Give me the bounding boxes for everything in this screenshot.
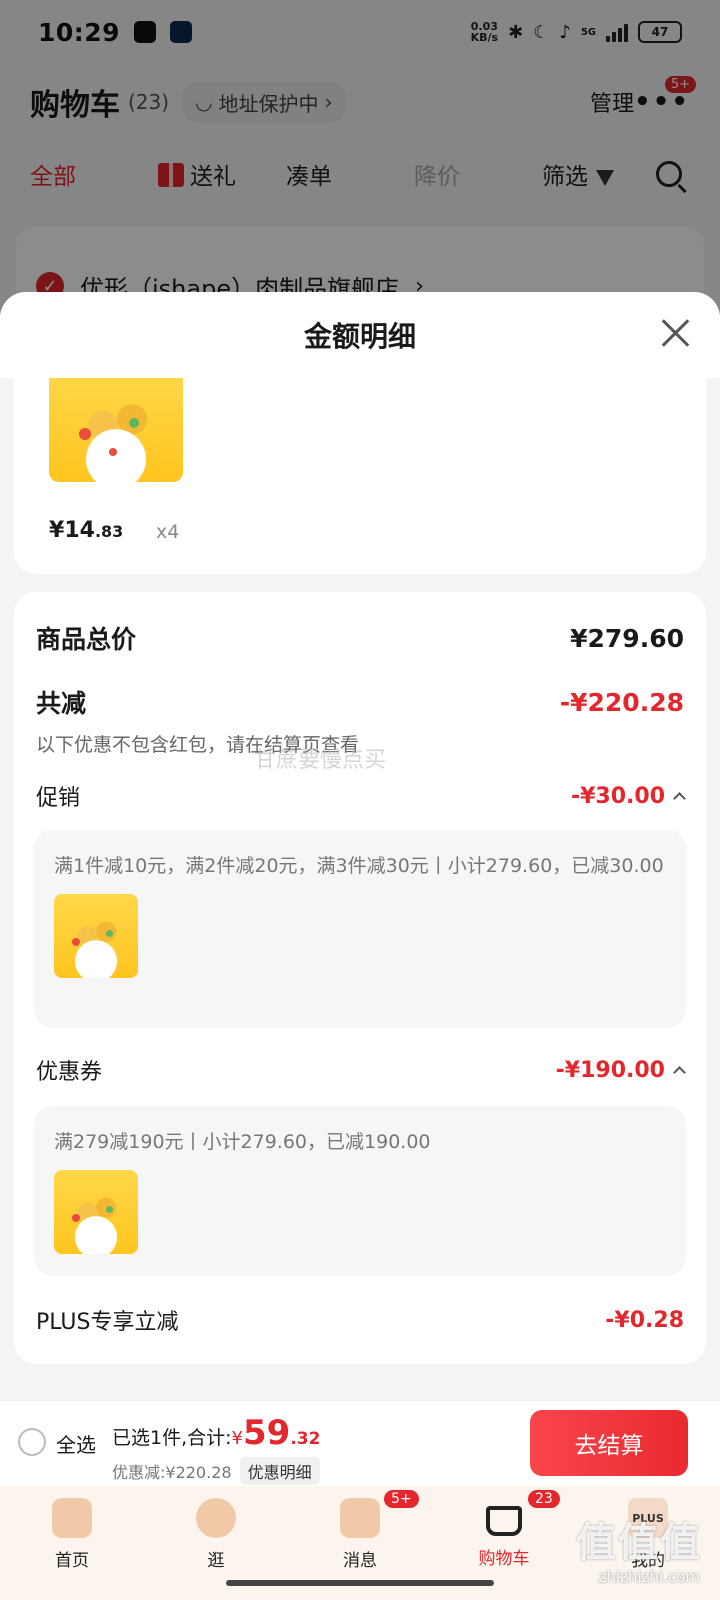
discount-amount: 优惠减:¥220.28 <box>112 1463 232 1482</box>
coupon-value: -¥190.00 <box>556 1058 686 1083</box>
face-icon <box>196 1498 236 1538</box>
select-all-radio[interactable] <box>18 1428 46 1456</box>
checkout-bar: 全选 已选1件,合计:¥59.32 优惠减:¥220.28 优惠明细 去结算 <box>0 1400 720 1486</box>
product-price: ¥14.83 <box>49 518 124 543</box>
product-image[interactable] <box>49 378 183 482</box>
nav-label: 消息 <box>343 1551 377 1571</box>
coupon-detail-box: 满279减190元丨小计279.60，已减190.00 <box>34 1106 686 1276</box>
promo-row[interactable]: 促销 -¥30.00 <box>36 780 686 812</box>
price-breakdown-card: 商品总价 ¥279.60 共减 -¥220.28 以下优惠不包含红包，请在结算页… <box>14 592 706 1364</box>
promo-detail-text: 满1件减10元，满2件减20元，满3件减30元丨小计279.60，已减30.00 <box>54 855 664 877</box>
site-watermark-url: zhizhizhi.com <box>598 1568 700 1586</box>
product-peek-card: ¥14.83 x4 <box>14 378 706 574</box>
total-label: 商品总价 <box>36 625 137 654</box>
cart-badge: 23 <box>528 1490 560 1508</box>
nav-label: 逛 <box>207 1551 225 1571</box>
selected-total: 已选1件,合计:¥59.32 <box>112 1413 321 1453</box>
user-watermark: 甘蔗要慢点买 <box>254 748 387 773</box>
total-value: ¥279.60 <box>570 623 684 653</box>
home-icon <box>52 1498 92 1538</box>
discount-line: 优惠减:¥220.28 优惠明细 <box>112 1457 320 1485</box>
selected-info: 已选1件,合计: <box>112 1427 232 1449</box>
nav-home[interactable]: 首页 <box>0 1486 144 1600</box>
coupon-row[interactable]: 优惠券 -¥190.00 <box>36 1054 686 1086</box>
reduce-value: -¥220.28 <box>559 687 684 717</box>
plus-label: PLUS专享立减 <box>36 1310 179 1335</box>
plus-value: -¥0.28 <box>605 1307 684 1333</box>
promo-value: -¥30.00 <box>571 784 686 809</box>
promo-product-thumb <box>54 894 138 978</box>
promo-detail-box: 满1件减10元，满2件减20元，满3件减30元丨小计279.60，已减30.00 <box>34 830 686 1028</box>
reduce-label: 共减 <box>36 689 87 718</box>
coupon-detail-text: 满279减190元丨小计279.60，已减190.00 <box>54 1131 431 1153</box>
product-quantity: x4 <box>156 521 180 543</box>
chevron-up-icon <box>673 1065 686 1079</box>
sheet-header: 金额明细 <box>0 292 720 378</box>
select-all-label[interactable]: 全选 <box>56 1429 96 1458</box>
messages-badge: 5+ <box>384 1490 419 1508</box>
close-icon[interactable] <box>660 318 690 348</box>
nav-label: 首页 <box>55 1551 89 1571</box>
total-row: 商品总价 ¥279.60 <box>36 620 684 656</box>
discount-detail-button[interactable]: 优惠明细 <box>239 1457 320 1485</box>
total-amount: 59 <box>242 1413 291 1453</box>
amount-detail-sheet: 金额明细 ¥14.83 x4 商品总价 ¥279.60 共减 -¥220.28 … <box>0 292 720 1400</box>
coupon-product-thumb <box>54 1170 138 1254</box>
coupon-label: 优惠券 <box>36 1060 103 1085</box>
promo-label: 促销 <box>36 786 81 811</box>
chevron-up-icon <box>673 791 686 805</box>
nav-label: 购物车 <box>478 1549 530 1569</box>
gesture-bar[interactable] <box>226 1580 494 1586</box>
checkout-button[interactable]: 去结算 <box>530 1410 688 1476</box>
sheet-title: 金额明细 <box>303 320 416 353</box>
site-watermark: 值值值 <box>576 1520 702 1566</box>
cart-icon <box>486 1506 522 1536</box>
message-icon <box>340 1498 380 1538</box>
plus-row: PLUS专享立减 -¥0.28 <box>36 1304 684 1336</box>
reduce-row: 共减 -¥220.28 <box>36 684 684 720</box>
